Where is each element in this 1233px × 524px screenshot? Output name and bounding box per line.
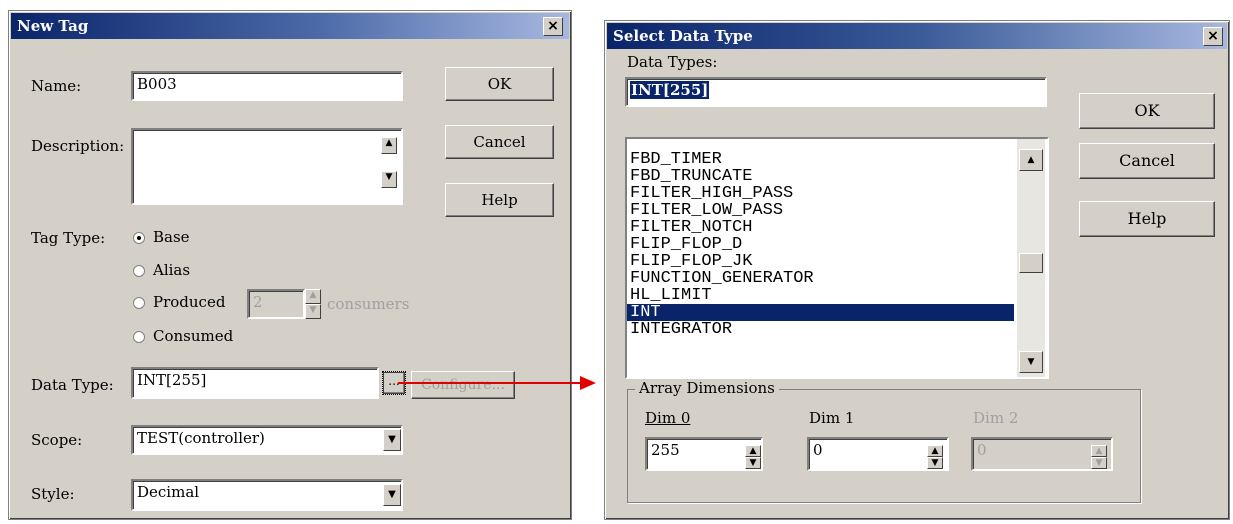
scope-dropdown-button[interactable]: ▼ (383, 429, 401, 451)
dim0-label: Dim 0 (645, 409, 691, 427)
radio-consumed[interactable] (133, 331, 145, 343)
list-scroll-thumb[interactable] (1019, 253, 1043, 273)
title-bar: Select Data Type (607, 23, 1227, 49)
consumers-spin-down: ▼ (305, 304, 321, 319)
close-icon: × (547, 18, 559, 34)
select-data-type-dialog: Select Data Type × Data Types: INT[255] … (604, 20, 1230, 520)
new-tag-dialog: New Tag × Name: B003 Description: ▲ ▼ OK… (8, 10, 572, 520)
cancel-button[interactable]: Cancel (1079, 143, 1215, 179)
list-scroll-down[interactable]: ▼ (1019, 351, 1043, 373)
radio-alias[interactable] (133, 265, 145, 277)
list-item[interactable]: FBD_TRUNCATE (627, 168, 1047, 185)
radio-base-label: Base (153, 228, 190, 246)
data-types-label: Data Types: (627, 53, 718, 71)
radio-base[interactable] (133, 232, 145, 244)
ok-button[interactable]: OK (1079, 93, 1215, 129)
radio-consumed-label: Consumed (153, 327, 234, 345)
data-types-list[interactable]: FBD_TIMER FBD_TRUNCATE FILTER_HIGH_PASS … (625, 137, 1049, 379)
consumers-label: consumers (327, 295, 410, 313)
list-item[interactable]: FILTER_LOW_PASS (627, 202, 1047, 219)
list-item[interactable]: FLIP_FLOP_JK (627, 253, 1047, 270)
list-item[interactable]: FUNCTION_GENERATOR (627, 270, 1047, 287)
dialog-title: Select Data Type (613, 27, 753, 45)
tag-type-label: Tag Type: (31, 229, 106, 247)
connector-arrow-line (398, 382, 582, 384)
dim2-spin-down: ▼ (1091, 457, 1107, 469)
close-button[interactable]: × (1203, 27, 1223, 46)
description-label: Description: (31, 137, 125, 155)
scope-label: Scope: (31, 431, 83, 449)
close-icon: × (1207, 28, 1219, 44)
radio-alias-label: Alias (153, 261, 191, 279)
dim2-spin-up: ▲ (1091, 445, 1107, 457)
list-item[interactable]: INTEGRATOR (627, 321, 1047, 338)
dim2-label: Dim 2 (973, 409, 1019, 427)
data-type-label: Data Type: (31, 376, 114, 394)
chevron-down-icon: ▼ (388, 434, 396, 445)
title-bar: New Tag (11, 13, 569, 39)
dim0-spin-up[interactable]: ▲ (745, 445, 761, 457)
list-item[interactable]: FLIP_FLOP_D (627, 236, 1047, 253)
dialog-title: New Tag (17, 17, 89, 35)
consumers-spin-up: ▲ (305, 289, 321, 304)
consumers-field: 2 (247, 289, 305, 319)
style-dropdown-button[interactable]: ▼ (383, 484, 401, 506)
data-types-input-value: INT[255] (630, 81, 710, 99)
name-field[interactable]: B003 (131, 71, 403, 101)
array-dimensions-label: Array Dimensions (635, 379, 779, 397)
name-label: Name: (31, 77, 82, 95)
list-item[interactable]: FILTER_HIGH_PASS (627, 185, 1047, 202)
chevron-down-icon: ▼ (388, 489, 396, 500)
arrow-head-icon (580, 376, 596, 390)
dim1-spin-down[interactable]: ▼ (927, 457, 943, 469)
style-label: Style: (31, 485, 75, 503)
description-scroll-down[interactable]: ▼ (381, 171, 397, 188)
dim0-spin-down[interactable]: ▼ (745, 457, 761, 469)
style-select[interactable]: Decimal (131, 479, 403, 511)
close-button[interactable]: × (543, 17, 563, 36)
list-item[interactable]: HL_LIMIT (627, 287, 1047, 304)
help-button[interactable]: Help (1079, 201, 1215, 237)
list-item[interactable]: FILTER_NOTCH (627, 219, 1047, 236)
list-item[interactable]: FBD_TIMER (627, 151, 1047, 168)
list-scroll-up[interactable]: ▲ (1019, 149, 1043, 171)
help-button[interactable]: Help (445, 183, 554, 217)
description-scroll-up[interactable]: ▲ (381, 137, 397, 154)
scope-select[interactable]: TEST(controller) (131, 425, 403, 455)
radio-produced-label: Produced (153, 293, 226, 311)
description-field[interactable] (131, 128, 403, 205)
dim1-spin-up[interactable]: ▲ (927, 445, 943, 457)
ok-button[interactable]: OK (445, 67, 554, 101)
list-item-selected[interactable]: INT (627, 304, 1014, 321)
configure-button: Configure... (411, 371, 515, 399)
data-type-field[interactable]: INT[255] (131, 367, 379, 399)
data-types-input[interactable]: INT[255] (625, 77, 1047, 107)
dim1-label: Dim 1 (809, 409, 855, 427)
radio-produced[interactable] (133, 297, 145, 309)
cancel-button[interactable]: Cancel (445, 125, 554, 159)
